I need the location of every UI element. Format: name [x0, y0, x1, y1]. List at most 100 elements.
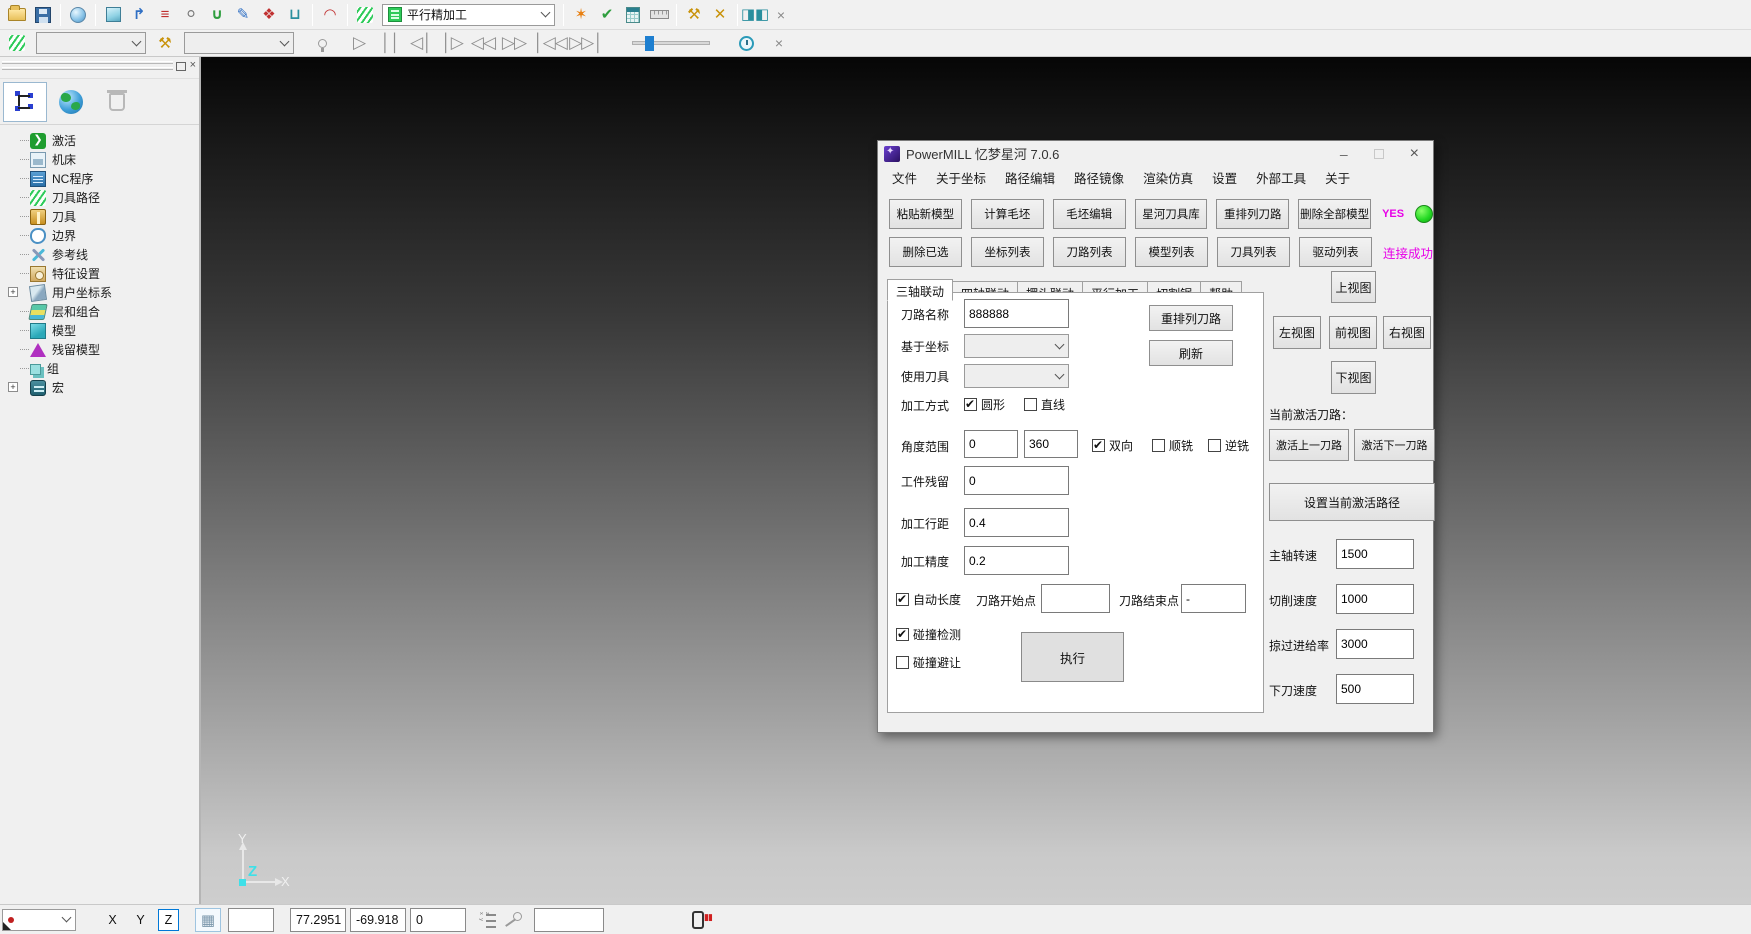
use-tool-select[interactable] — [964, 364, 1069, 388]
toolpath-button[interactable] — [353, 3, 377, 27]
tree-item-workplanes[interactable]: + 用户坐标系 — [6, 283, 199, 302]
tree-item-nc-programs[interactable]: NC程序 — [6, 169, 199, 188]
start-point-input[interactable] — [1041, 584, 1110, 613]
step-forward-button[interactable]: │▷ — [440, 31, 464, 55]
coord-list-button[interactable]: 坐标列表 — [971, 237, 1044, 267]
mode-line-checkbox[interactable]: 直线 — [1024, 396, 1065, 413]
rewind-button[interactable]: ◁◁ — [471, 31, 495, 55]
start-end-point-button[interactable]: ✎ — [231, 3, 255, 27]
angle-to-input[interactable] — [1024, 430, 1078, 458]
rearrange-toolpaths-button-2[interactable]: 重排列刀路 — [1149, 305, 1233, 331]
delete-selected-button[interactable]: 删除已选 — [889, 237, 962, 267]
axis-z-button[interactable]: Z — [158, 909, 179, 931]
menu-about-coords[interactable]: 关于坐标 — [936, 168, 986, 187]
stepover-input[interactable] — [964, 508, 1069, 537]
close-simulation-toolbar-button[interactable]: × — [767, 31, 791, 55]
right-view-button[interactable]: 右视图 — [1383, 316, 1431, 349]
locate-probe-icon[interactable] — [506, 912, 522, 928]
left-view-button[interactable]: 左视图 — [1273, 316, 1321, 349]
active-toolpath-select[interactable]: 平行精加工 — [382, 4, 555, 26]
simulation-clock-button[interactable] — [734, 31, 758, 55]
leads-links-button[interactable]: ∪ — [205, 3, 229, 27]
swap-button[interactable]: ✕ — [708, 3, 732, 27]
tool-list-button[interactable]: 刀具列表 — [1217, 237, 1290, 267]
top-view-button[interactable]: 上视图 — [1331, 271, 1376, 303]
stock-remain-input[interactable] — [964, 466, 1069, 495]
panel-grip[interactable] — [2, 61, 173, 64]
toolpath-list-button[interactable]: 刀路列表 — [1053, 237, 1126, 267]
close-panel-icon[interactable]: × — [190, 59, 196, 71]
highlight-button[interactable] — [310, 31, 334, 55]
save-project-button[interactable] — [31, 3, 55, 27]
skim-feed-input[interactable] — [1336, 629, 1414, 659]
tab-recycle[interactable] — [95, 82, 139, 122]
bottom-view-button[interactable]: 下视图 — [1331, 361, 1376, 394]
menu-file[interactable]: 文件 — [892, 168, 917, 187]
toolpath-name-input[interactable] — [964, 299, 1069, 328]
mode-circle-checkbox[interactable]: 圆形 — [964, 396, 1005, 413]
slider-handle[interactable] — [645, 36, 654, 51]
delete-all-models-button[interactable]: 删除全部模型 — [1298, 199, 1371, 229]
menu-path-edit[interactable]: 路径编辑 — [1005, 168, 1055, 187]
set-current-active-path-button[interactable]: 设置当前激活路径 — [1269, 483, 1435, 521]
menu-about[interactable]: 关于 — [1325, 168, 1350, 187]
based-on-coord-select[interactable] — [964, 334, 1069, 358]
calc-block-button[interactable]: 计算毛坯 — [971, 199, 1044, 229]
tool-library-button[interactable]: 星河刀具库 — [1135, 199, 1208, 229]
collision-check-checkbox[interactable]: 碰撞检测 — [896, 626, 961, 643]
shaded-view-button[interactable] — [66, 3, 90, 27]
tree-item-levels-and-sets[interactable]: 层和组合 — [6, 302, 199, 321]
refresh-button[interactable]: 刷新 — [1149, 340, 1233, 366]
simulation-button[interactable]: ◠ — [318, 3, 342, 27]
measure-button[interactable] — [647, 3, 671, 27]
rapid-heights-button[interactable]: ≡ — [153, 3, 177, 27]
coordinate-list-icon[interactable] — [480, 912, 496, 928]
panel-grip[interactable] — [2, 67, 173, 70]
end-point-input[interactable] — [1181, 584, 1246, 613]
grid-toggle-button[interactable]: ▦ — [195, 908, 221, 932]
block-edit-button[interactable]: 毛坯编辑 — [1053, 199, 1126, 229]
tab-web[interactable] — [49, 82, 93, 122]
simulation-tool-select[interactable] — [184, 32, 294, 54]
minimize-button[interactable]: – — [1340, 147, 1348, 161]
plunge-feed-input[interactable] — [1336, 674, 1414, 704]
simulation-tool-button[interactable]: ⚒ — [153, 31, 177, 55]
tool-holder-button[interactable]: ⊔ — [283, 3, 307, 27]
front-view-button[interactable]: 前视图 — [1329, 316, 1377, 349]
play-button[interactable]: ▷ — [347, 31, 371, 55]
menu-settings[interactable]: 设置 — [1212, 168, 1237, 187]
close-button[interactable]: × — [1410, 146, 1419, 162]
drive-list-button[interactable]: 驱动列表 — [1299, 237, 1372, 267]
activate-prev-toolpath-button[interactable]: 激活上一刀路 — [1269, 429, 1349, 461]
open-project-button[interactable] — [5, 3, 29, 27]
auto-length-checkbox[interactable]: 自动长度 — [896, 591, 961, 608]
calculator-button[interactable] — [621, 3, 645, 27]
collision-check-button[interactable]: ✶ — [569, 3, 593, 27]
menu-external-tools[interactable]: 外部工具 — [1256, 168, 1306, 187]
feed-rate-button[interactable]: ↱ — [127, 3, 151, 27]
verify-tool-button[interactable]: ✔ — [595, 3, 619, 27]
menu-path-mirror[interactable]: 路径镜像 — [1074, 168, 1124, 187]
tree-item-tools[interactable]: 刀具 — [6, 207, 199, 226]
execute-button[interactable]: 执行 — [1021, 632, 1124, 682]
climb-mill-checkbox[interactable]: 顺铣 — [1152, 437, 1193, 454]
tree-item-toolpaths[interactable]: 刀具路径 — [6, 188, 199, 207]
tree-item-groups[interactable]: 组 — [6, 359, 199, 378]
workplane-select[interactable] — [2, 909, 76, 931]
float-panel-icon[interactable] — [176, 62, 186, 71]
cutting-feed-input[interactable] — [1336, 584, 1414, 614]
compare-models-button[interactable]: ◨◧ — [743, 3, 767, 27]
expand-icon[interactable]: + — [8, 287, 18, 297]
grid-size-input[interactable] — [228, 908, 274, 932]
axis-x-button[interactable]: X — [102, 909, 123, 931]
tolerance-input[interactable] — [964, 546, 1069, 575]
tree-item-activate[interactable]: ❯ 激活 — [6, 131, 199, 150]
simulation-speed-slider[interactable] — [632, 41, 710, 45]
pattern-button[interactable]: ❖ — [257, 3, 281, 27]
simulation-toolpath-select[interactable] — [36, 32, 146, 54]
tree-item-patterns[interactable]: 参考线 — [6, 245, 199, 264]
tree-item-models[interactable]: 模型 — [6, 321, 199, 340]
spindle-speed-input[interactable] — [1336, 539, 1414, 569]
go-to-start-button[interactable]: │◁◁ — [533, 31, 567, 55]
tree-item-stock-models[interactable]: 残留模型 — [6, 340, 199, 359]
